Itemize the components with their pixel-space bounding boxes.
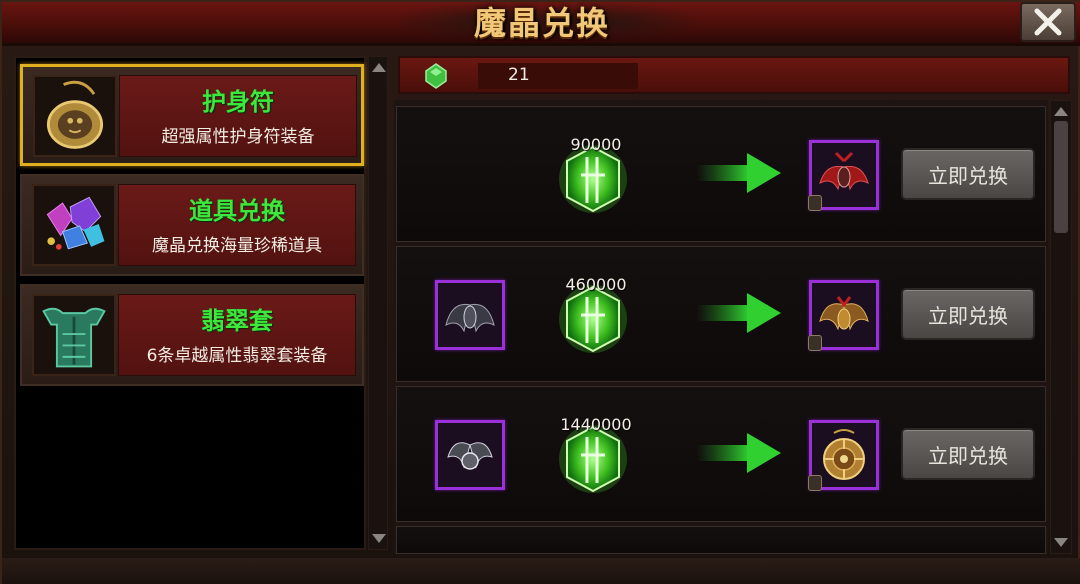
arrow-right-icon: [697, 293, 781, 333]
cost-amount: 1440000: [560, 415, 632, 434]
category-label-box: 护身符 超强属性护身符装备: [119, 75, 357, 157]
close-icon: [1034, 8, 1062, 36]
lock-icon: [808, 335, 822, 351]
category-item-amulet[interactable]: 护身符 超强属性护身符装备: [20, 64, 364, 166]
category-title: 护身符: [202, 88, 274, 116]
category-description: 魔晶兑换海量珍稀道具: [152, 236, 322, 256]
category-title: 翡翠套: [201, 307, 273, 335]
scroll-thumb[interactable]: [1054, 121, 1068, 233]
cost-amount: 90000: [570, 135, 622, 154]
dark-wings-icon: [445, 303, 495, 333]
scroll-down-icon[interactable]: [1054, 538, 1068, 547]
exchange-window: 魔晶兑换 护身符 超强属性护身符装备 道具兑换 魔晶兑换海量珍稀道具 翡翠套 6…: [0, 0, 1080, 584]
exchange-row: 460000 立即兑换: [396, 246, 1046, 382]
category-scrollbar[interactable]: [368, 56, 388, 550]
scroll-up-icon[interactable]: [372, 63, 386, 72]
exchange-now-button[interactable]: 立即兑换: [901, 148, 1035, 200]
exchange-row: [396, 526, 1046, 554]
exchange-row: 1440000 立即兑换: [396, 386, 1046, 522]
close-button[interactable]: [1020, 2, 1076, 42]
gems-icon: [32, 184, 116, 266]
input-item-slot[interactable]: [435, 280, 505, 350]
category-label-box: 翡翠套 6条卓越属性翡翠套装备: [118, 294, 356, 376]
category-item-items[interactable]: 道具兑换 魔晶兑换海量珍稀道具: [20, 174, 364, 276]
exchange-now-button[interactable]: 立即兑换: [901, 288, 1035, 340]
arrow-right-icon: [697, 433, 781, 473]
output-item-slot[interactable]: [808, 140, 879, 211]
amulet-icon: [33, 75, 117, 157]
currency-value-box: 21: [478, 63, 638, 89]
category-item-jade-set[interactable]: 翡翠套 6条卓越属性翡翠套装备: [20, 284, 364, 386]
jade-armor-icon: [32, 294, 116, 376]
title-bar: 魔晶兑换: [2, 2, 1080, 46]
window-title: 魔晶兑换: [473, 4, 610, 42]
arrow-right-icon: [697, 153, 781, 193]
output-item-slot[interactable]: [808, 420, 879, 491]
category-title: 道具兑换: [189, 197, 285, 225]
lock-icon: [808, 195, 822, 211]
lock-icon: [808, 475, 822, 491]
scroll-down-icon[interactable]: [372, 534, 386, 543]
bottom-border: [2, 558, 1080, 584]
exchange-row: 90000 立即兑换: [396, 106, 1046, 242]
exchange-scrollbar[interactable]: [1050, 100, 1072, 554]
currency-bar: 21: [398, 56, 1070, 94]
input-item-slot[interactable]: [435, 420, 505, 490]
category-label-box: 道具兑换 魔晶兑换海量珍稀道具: [118, 184, 356, 266]
cost-amount: 460000: [565, 275, 627, 294]
exchange-now-button[interactable]: 立即兑换: [901, 428, 1035, 480]
scroll-up-icon[interactable]: [1054, 107, 1068, 116]
green-crystal-icon: [425, 63, 447, 89]
category-description: 6条卓越属性翡翠套装备: [146, 346, 328, 366]
category-list: 护身符 超强属性护身符装备 道具兑换 魔晶兑换海量珍稀道具 翡翠套 6条卓越属性…: [14, 56, 366, 550]
currency-amount: 21: [508, 65, 530, 85]
output-item-slot[interactable]: [808, 280, 879, 351]
silver-wings-icon: [447, 442, 493, 470]
category-description: 超强属性护身符装备: [161, 127, 315, 147]
